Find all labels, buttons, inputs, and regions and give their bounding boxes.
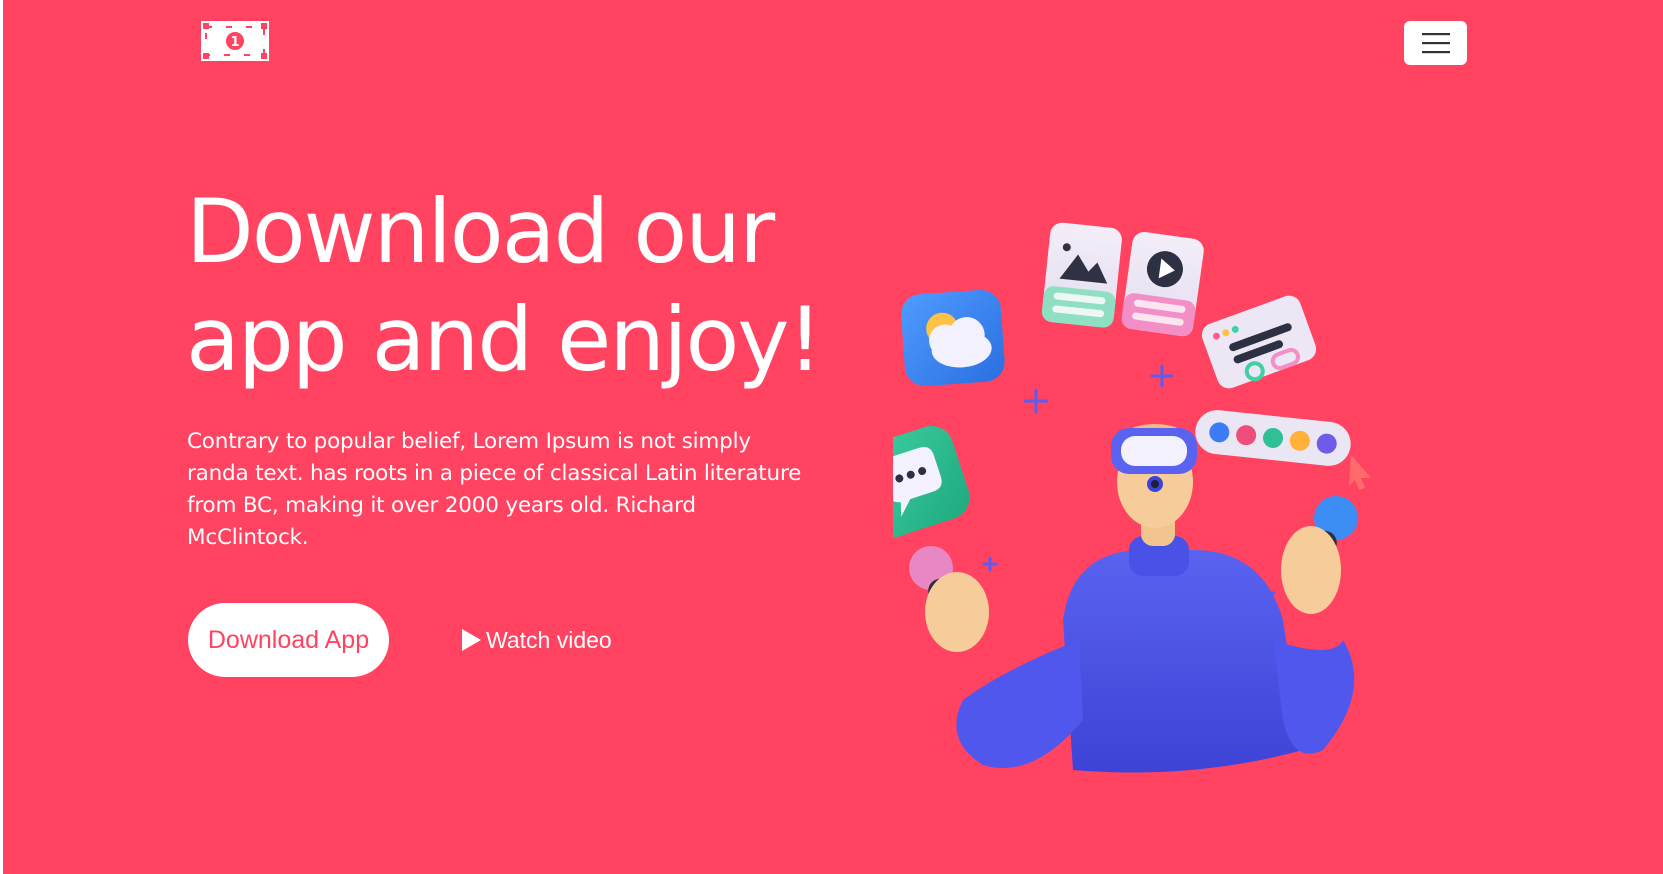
image-card-icon (1041, 222, 1122, 328)
svg-text:1: 1 (230, 35, 239, 50)
download-app-button[interactable]: Download App (188, 603, 389, 677)
chat-app-icon (893, 426, 970, 538)
vr-person (909, 424, 1358, 773)
headline-line-1: Download our (186, 180, 775, 283)
weather-app-icon (901, 289, 1005, 387)
dollar-bill-icon: 1 (201, 21, 269, 61)
hero-headline: Download our app and enjoy! (186, 178, 886, 394)
logo[interactable]: 1 (201, 21, 269, 61)
hero-description: Contrary to popular belief, Lorem Ipsum … (187, 429, 802, 550)
vr-person-illustration (893, 222, 1371, 773)
hamburger-menu-icon (1421, 33, 1450, 54)
chat-window-icon (1201, 295, 1317, 389)
hero-illustration (893, 220, 1453, 820)
headline-line-2: app and enjoy! (186, 288, 823, 391)
play-icon (460, 628, 482, 652)
watch-video-link[interactable]: Watch video (460, 625, 612, 655)
video-card-icon (1121, 232, 1204, 337)
color-picker-icon (1195, 410, 1351, 466)
menu-toggle-button[interactable] (1404, 21, 1467, 65)
watch-video-label: Watch video (486, 626, 612, 653)
page: 1 Download our app and enjoy! Contrary t… (0, 0, 1663, 874)
hero-section: 1 Download our app and enjoy! Contrary t… (3, 0, 1663, 874)
cursor-icon (1349, 455, 1371, 490)
